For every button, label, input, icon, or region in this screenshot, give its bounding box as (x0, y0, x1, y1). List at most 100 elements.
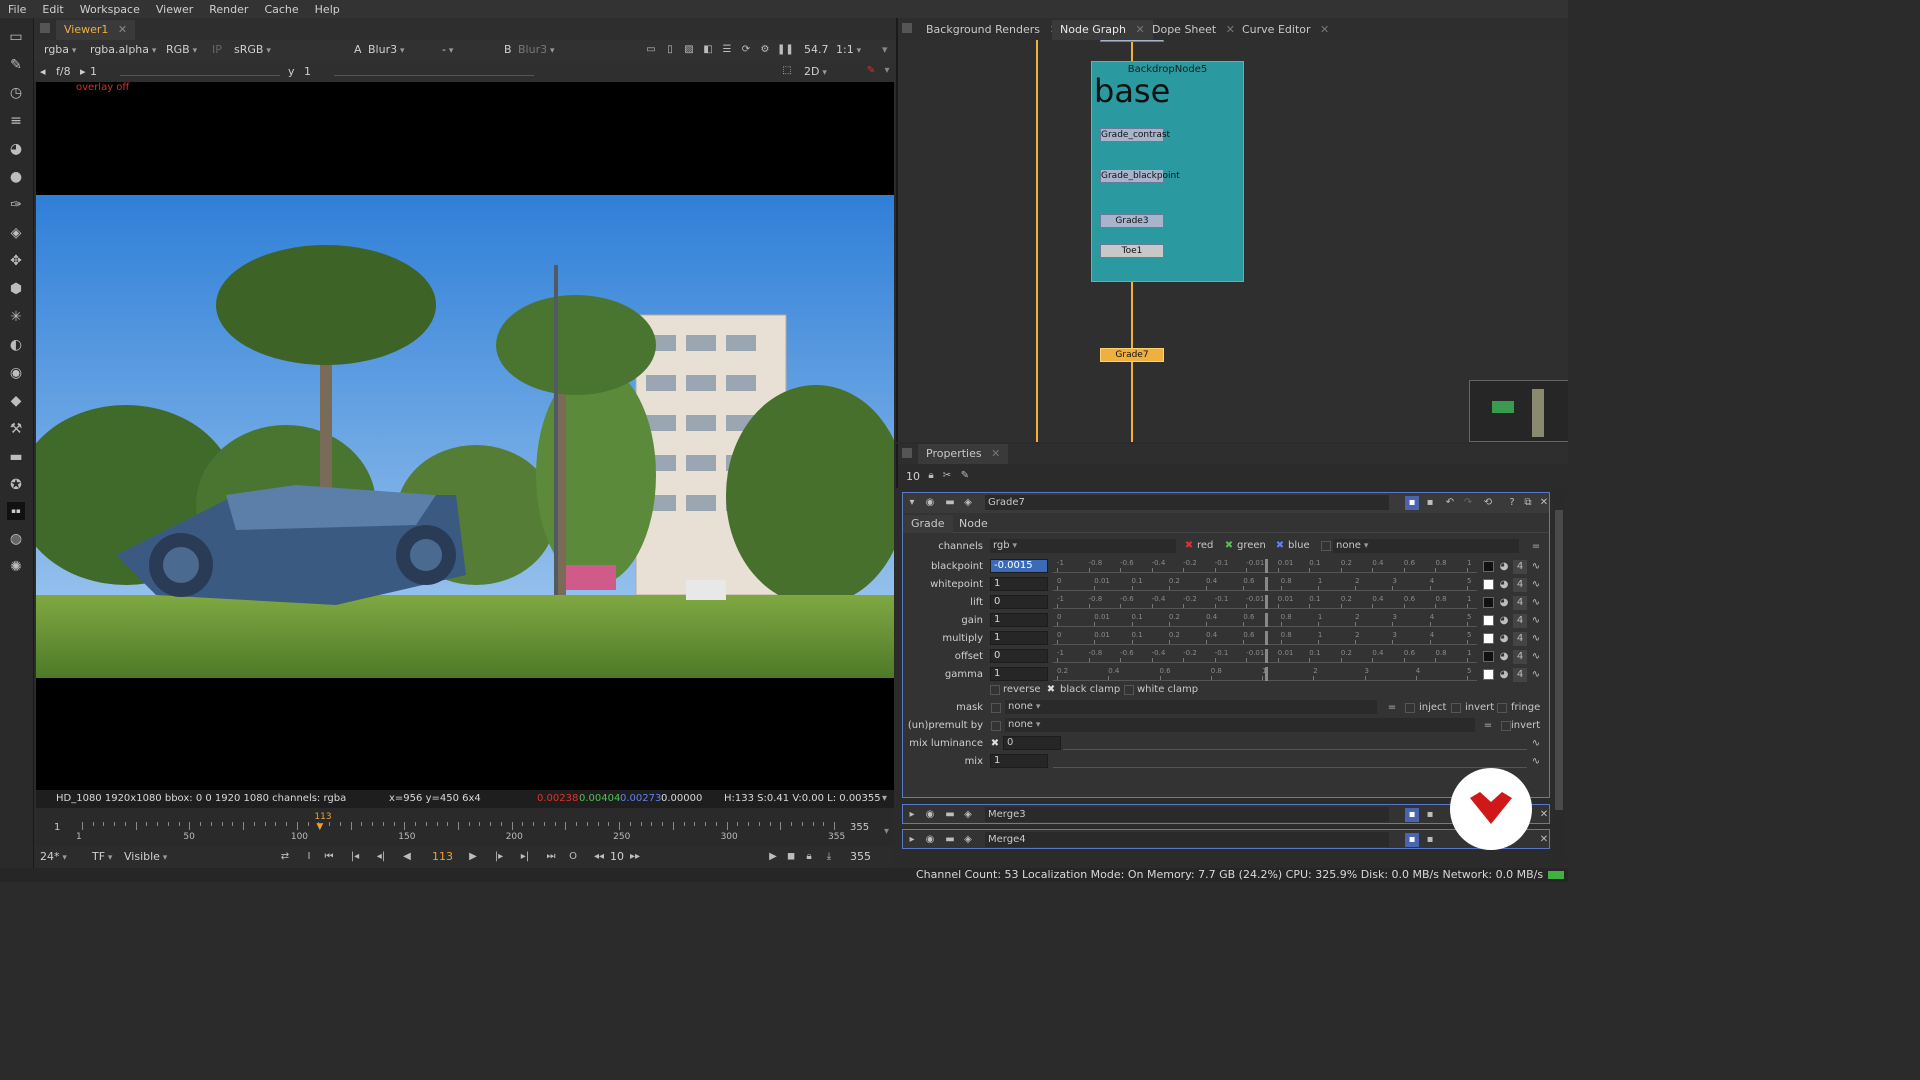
center-node-icon[interactable]: ▬ (943, 496, 957, 510)
skip-forward-icon[interactable]: ▸▸ (628, 850, 642, 864)
collapse-icon[interactable]: ▾ (905, 496, 919, 510)
gamma-value[interactable]: 1 (304, 64, 311, 80)
next-frame-icon[interactable]: |▸ (492, 850, 506, 864)
extra-channel-dropdown[interactable]: none (1333, 539, 1519, 553)
close-icon[interactable]: ✕ (1320, 23, 1329, 36)
curve-icon[interactable]: ∿ (1529, 737, 1543, 751)
view-mode-dropdown[interactable]: 2D (804, 64, 854, 80)
properties-scrollbar[interactable] (1553, 490, 1565, 862)
slider-knob[interactable] (1265, 577, 1268, 591)
slider-knob[interactable] (1265, 667, 1268, 681)
menu-cache[interactable]: Cache (256, 3, 306, 16)
furnace-tool-icon[interactable]: ✪ (7, 476, 25, 494)
tab-grade[interactable]: Grade (903, 515, 953, 533)
tab-viewer1[interactable]: Viewer1 ✕ (56, 20, 136, 40)
keyer-tool-icon[interactable]: ✑ (7, 196, 25, 214)
views-tool-icon[interactable]: ◉ (7, 364, 25, 382)
paint-brush-icon[interactable]: ✎ (864, 64, 878, 78)
node-color-icon[interactable]: ▪ (1405, 833, 1419, 847)
proxy-icon[interactable]: ⚙ (758, 43, 772, 57)
refresh-icon[interactable]: ⟳ (739, 43, 753, 57)
curve-icon[interactable]: ∿ (1529, 668, 1543, 682)
float-panel-icon[interactable]: ◈ (961, 833, 975, 847)
mix-luminance-field[interactable]: 0 (1003, 736, 1061, 750)
slider-knob[interactable] (1265, 613, 1268, 627)
3d-tool-icon[interactable]: ⬢ (7, 280, 25, 298)
channels-menu-icon[interactable]: = (1529, 540, 1543, 554)
mix-field[interactable]: 1 (990, 754, 1048, 768)
slider-knob[interactable] (1265, 631, 1268, 645)
time-tool-icon[interactable]: ◷ (7, 84, 25, 102)
toolbar2-more-icon[interactable]: ▾ (880, 64, 894, 78)
tab-properties[interactable]: Properties ✕ (918, 444, 1009, 464)
node-name-field[interactable]: Merge4 (985, 832, 1389, 847)
toolbar-more-icon[interactable]: ▾ (882, 42, 888, 58)
mask-menu-icon[interactable]: = (1385, 701, 1399, 715)
tab-dope-sheet[interactable]: Dope Sheet ✕ (1144, 20, 1243, 40)
curve-icon[interactable]: ∿ (1529, 596, 1543, 610)
flipbook-icon[interactable]: ▶ (766, 850, 780, 864)
node-toe1[interactable]: Toe1 (1100, 244, 1164, 258)
filter-tool-icon[interactable]: ● (7, 168, 25, 186)
pane-menu-icon[interactable] (902, 23, 912, 33)
color-swatch[interactable] (1483, 651, 1494, 662)
info-dropdown-icon[interactable]: ▾ (882, 793, 887, 804)
node-graph-canvas[interactable]: BackdropNode5 base Grade_contrast Grade_… (896, 40, 1568, 442)
color-wheel-icon[interactable]: ◕ (1497, 560, 1511, 574)
expand-icon[interactable]: ▸ (905, 808, 919, 822)
node-grade-contrast[interactable]: Grade_contrast (1100, 128, 1170, 142)
split-channels-button[interactable]: 4 (1513, 596, 1527, 610)
play-backward-icon[interactable]: ◀ (400, 850, 414, 864)
float-panel-icon[interactable]: ◈ (961, 808, 975, 822)
float-icon[interactable]: ⧉ (1521, 496, 1535, 510)
pane-menu-icon[interactable] (902, 448, 912, 458)
premult-checkbox[interactable] (991, 721, 1001, 731)
black-clamp-checkbox[interactable]: ✖ (1046, 685, 1056, 695)
color-swatch[interactable] (1483, 633, 1494, 644)
prev-key-icon[interactable]: |◂ (348, 850, 362, 864)
wipe-icon[interactable]: ◧ (701, 43, 715, 57)
param-value-field[interactable]: -0.0015 (990, 559, 1048, 573)
clip-icon[interactable]: ☰ (720, 43, 734, 57)
ofx-tool-icon[interactable]: ✺ (7, 558, 25, 576)
expand-icon[interactable]: ▸ (905, 833, 919, 847)
param-slider[interactable]: -1 -0.8 -0.6 -0.4 -0.2 -0.1 -0.01 0.01 0.1 0.2 0.4… (1053, 559, 1477, 573)
color-wheel-icon[interactable]: ◕ (1497, 650, 1511, 664)
revert-icon[interactable]: ⟲ (1481, 496, 1495, 510)
last-frame-icon[interactable]: ⏭ (544, 850, 558, 864)
first-frame-icon[interactable]: ⏮ (322, 850, 336, 864)
param-slider[interactable]: 0 0.01 0.1 0.2 0.4 0.6 0.8 1 2 3 4 5 (1053, 577, 1477, 591)
close-icon[interactable]: ✕ (118, 23, 127, 36)
gl-color-icon[interactable]: ▪ (1423, 808, 1437, 822)
curve-icon[interactable]: ∿ (1529, 578, 1543, 592)
center-node-icon[interactable]: ▬ (943, 833, 957, 847)
curve-icon[interactable]: ∿ (1529, 650, 1543, 664)
param-value-field[interactable]: 1 (990, 577, 1048, 591)
mask-overlay-icon[interactable]: ▯ (663, 43, 677, 57)
curve-icon[interactable]: ∿ (1529, 755, 1543, 769)
mask-dropdown[interactable]: none (1005, 700, 1377, 714)
gain-slider[interactable] (120, 66, 280, 76)
sync-icon[interactable]: ⤓ (822, 850, 836, 864)
menu-workspace[interactable]: Workspace (72, 3, 148, 16)
current-frame[interactable]: 113 (432, 849, 453, 865)
mix-luminance-slider[interactable] (1063, 736, 1527, 750)
visible-dropdown[interactable]: Visible (124, 849, 167, 865)
premult-menu-icon[interactable]: = (1481, 719, 1495, 733)
undo-icon[interactable]: ↶ (1443, 496, 1457, 510)
menu-viewer[interactable]: Viewer (148, 3, 201, 16)
input-a-dropdown[interactable]: Blur3 (368, 42, 405, 58)
color-swatch[interactable] (1483, 615, 1494, 626)
param-value-field[interactable]: 1 (990, 667, 1048, 681)
param-value-field[interactable]: 0 (990, 649, 1048, 663)
zoom-level[interactable]: 54.7 (804, 42, 829, 58)
curve-icon[interactable]: ∿ (1529, 560, 1543, 574)
tab-curve-editor[interactable]: Curve Editor ✕ (1234, 20, 1337, 40)
tab-background-renders[interactable]: Background Renders ✕ (918, 20, 1067, 40)
redo-icon[interactable]: ↷ (1461, 496, 1475, 510)
float-panel-icon[interactable]: ◈ (961, 496, 975, 510)
inject-checkbox[interactable] (1405, 703, 1415, 713)
transform-tool-icon[interactable]: ✥ (7, 252, 25, 270)
center-node-icon[interactable]: ▬ (943, 808, 957, 822)
out-point-icon[interactable]: O (566, 850, 580, 864)
